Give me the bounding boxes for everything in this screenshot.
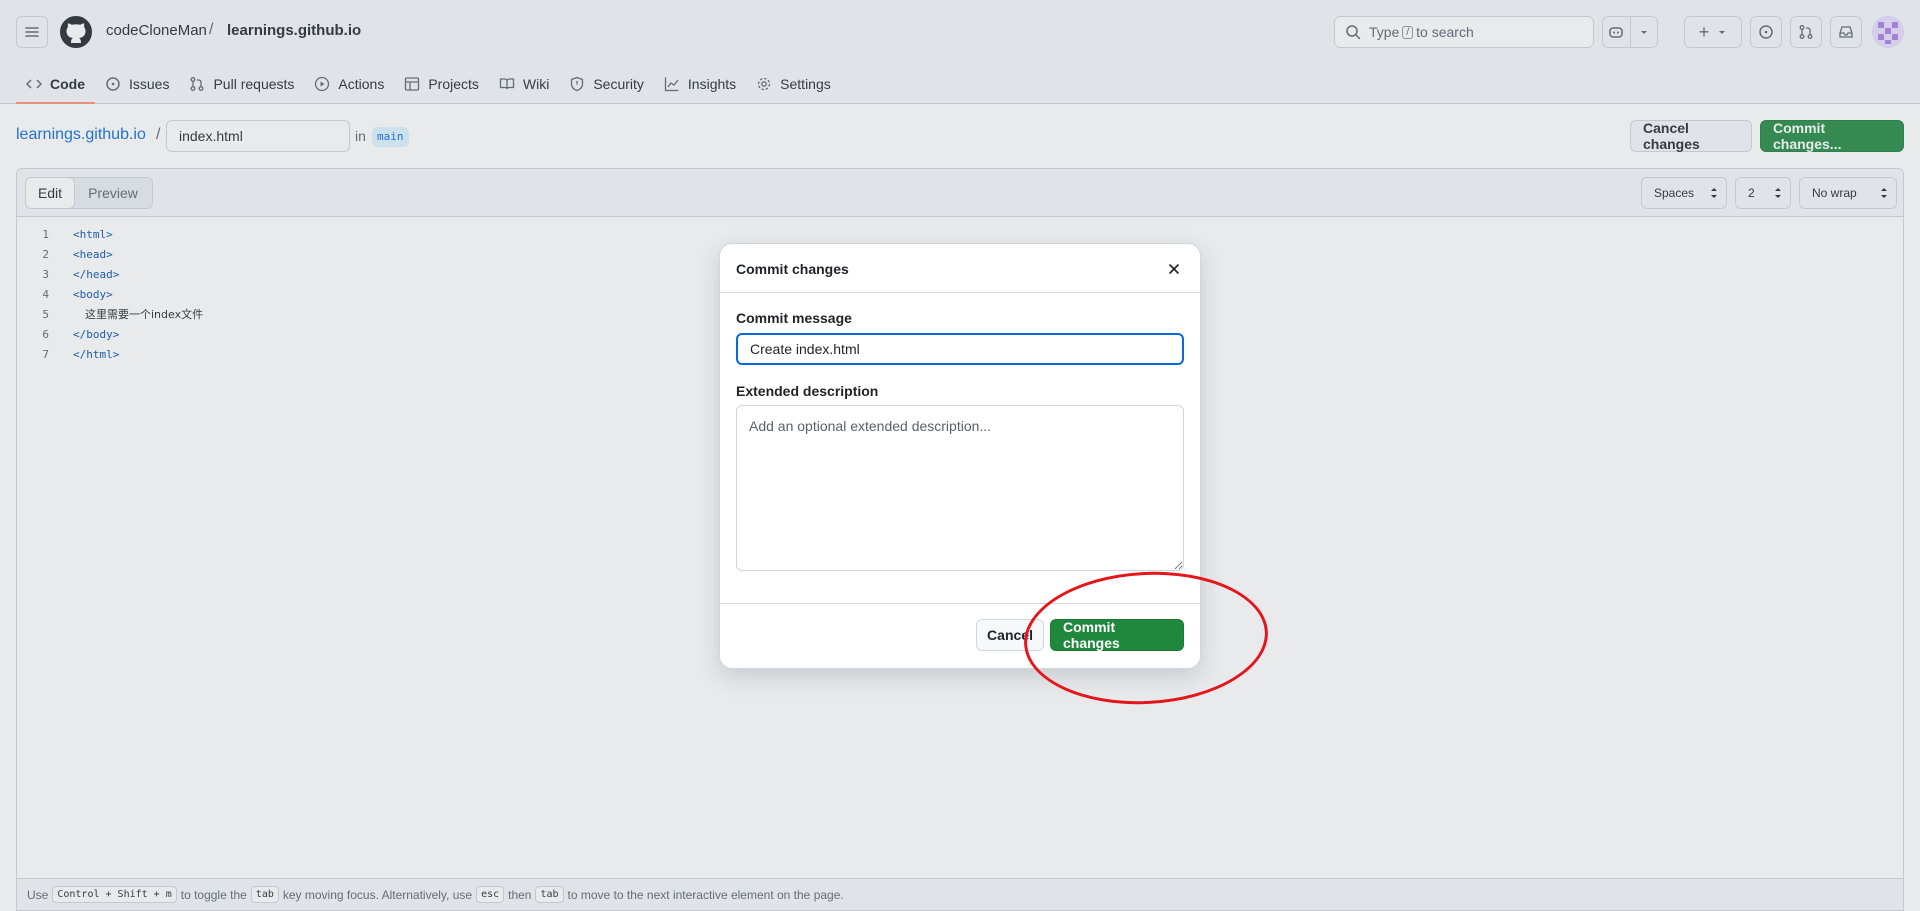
extended-description-input[interactable]	[736, 405, 1184, 571]
close-icon	[1169, 264, 1179, 274]
dialog-header: Commit changes	[720, 244, 1200, 293]
extended-description-label: Extended description	[736, 383, 879, 399]
dialog-title: Commit changes	[736, 261, 849, 277]
commit-message-input[interactable]	[736, 333, 1184, 365]
close-dialog-button[interactable]	[1162, 257, 1186, 281]
commit-message-label: Commit message	[736, 310, 852, 326]
